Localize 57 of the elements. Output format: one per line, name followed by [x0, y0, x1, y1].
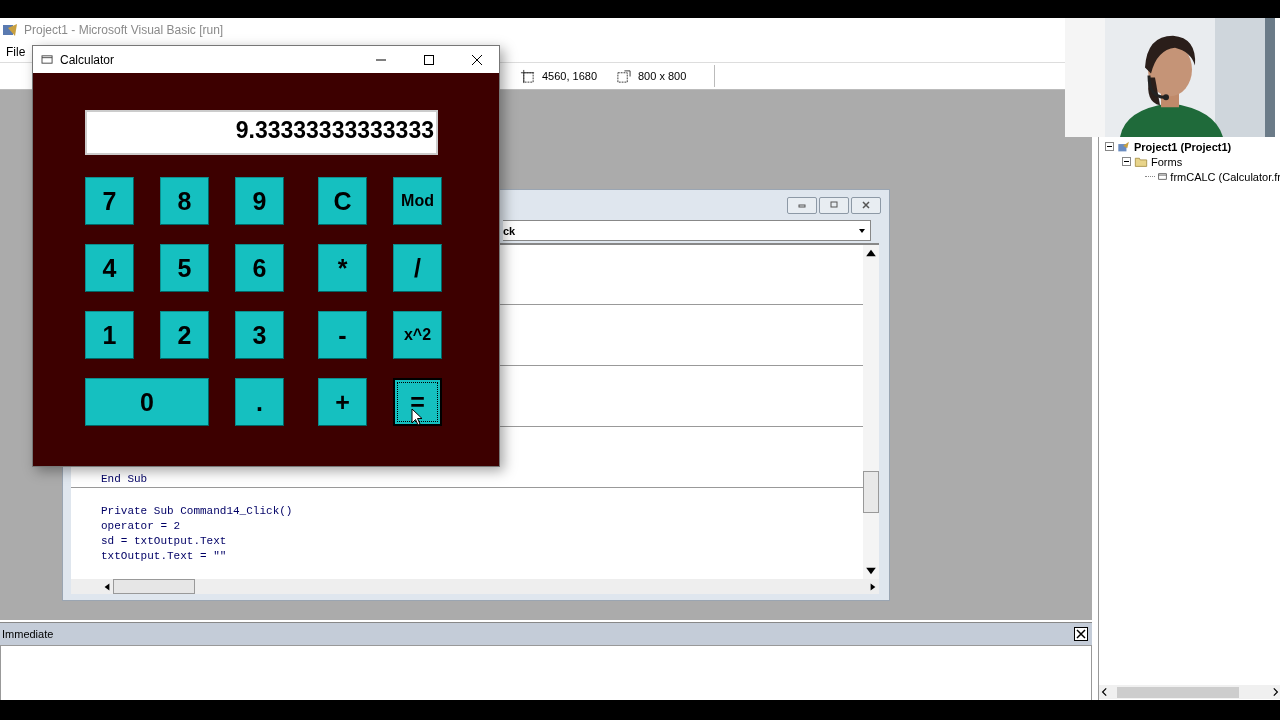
window-title: Calculator: [60, 52, 115, 67]
calculator-key[interactable]: Mod: [393, 177, 442, 225]
calculator-key[interactable]: 6: [235, 244, 284, 292]
window-title: Project1 - Microsoft Visual Basic [run]: [24, 23, 224, 37]
form-icon: [1157, 170, 1168, 183]
tree-item[interactable]: Project1 (Project1): [1134, 140, 1232, 153]
folder-icon: [1134, 155, 1148, 168]
scrollbar-thumb[interactable]: [863, 471, 879, 513]
collapse-icon[interactable]: [1122, 157, 1131, 166]
calculator-key[interactable]: *: [318, 244, 367, 292]
calculator-key[interactable]: 1: [85, 311, 134, 359]
calculator-key[interactable]: 7: [85, 177, 134, 225]
calculator-key[interactable]: -: [318, 311, 367, 359]
procedure-dropdown[interactable]: ck: [503, 220, 871, 241]
project-icon: [1117, 140, 1131, 153]
size-icon: [616, 69, 631, 84]
maximize-icon[interactable]: [423, 53, 435, 66]
vertical-scrollbar[interactable]: [863, 245, 879, 579]
scrollbar-thumb[interactable]: [113, 579, 195, 594]
cursor-icon: [411, 408, 423, 426]
calculator-key[interactable]: .: [235, 378, 284, 426]
calculator-key[interactable]: x^2: [393, 311, 442, 359]
restore-icon: [829, 200, 839, 210]
calculator-key[interactable]: 8: [160, 177, 209, 225]
size-readout: 800 x 800: [638, 70, 687, 82]
collapse-icon[interactable]: [1105, 142, 1114, 151]
close-button[interactable]: [1074, 627, 1088, 641]
close-icon[interactable]: [471, 53, 483, 66]
horizontal-scrollbar[interactable]: [71, 579, 879, 594]
calculator-key[interactable]: /: [393, 244, 442, 292]
calculator-key[interactable]: 0: [85, 378, 209, 426]
display-field[interactable]: 9.33333333333333: [85, 110, 438, 155]
close-icon: [861, 200, 871, 210]
calculator-key[interactable]: 2: [160, 311, 209, 359]
code-line: operator = 2: [101, 519, 182, 534]
calculator-key[interactable]: 5: [160, 244, 209, 292]
calculator-key[interactable]: =: [393, 378, 442, 426]
code-line: End Sub: [101, 472, 148, 487]
calculator-key[interactable]: 9: [235, 177, 284, 225]
position-icon: [520, 69, 535, 84]
code-line: Private Sub Command14_Click(): [101, 504, 294, 519]
code-line: sd = txtOutput.Text: [101, 534, 228, 549]
tree-item[interactable]: Forms: [1151, 155, 1183, 168]
calculator-key[interactable]: +: [318, 378, 367, 426]
position-readout: 4560, 1680: [542, 70, 598, 82]
scrollbar-thumb[interactable]: [1117, 686, 1239, 698]
calculator-key[interactable]: C: [318, 177, 367, 225]
code-line: txtOutput.Text = "": [101, 549, 228, 564]
pane-title: Immediate: [2, 628, 54, 640]
calculator-key[interactable]: 3: [235, 311, 284, 359]
tree-item[interactable]: frmCALC (Calculator.fr: [1170, 170, 1280, 183]
app-icon: [2, 22, 18, 38]
close-button[interactable]: [851, 196, 881, 214]
menu-item[interactable]: File: [6, 45, 26, 59]
calculator-key[interactable]: 4: [85, 244, 134, 292]
horizontal-scrollbar[interactable]: [1099, 685, 1280, 699]
form-icon: [41, 54, 54, 65]
